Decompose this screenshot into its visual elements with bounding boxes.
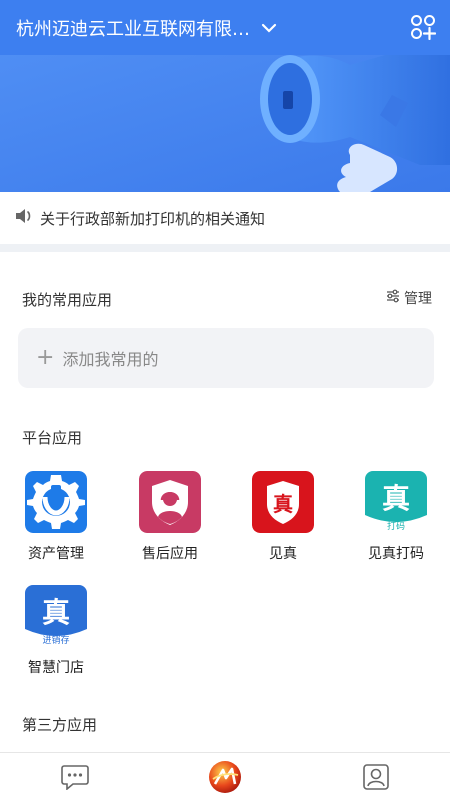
contacts-icon[interactable]: [358, 759, 394, 795]
app-label: 资产管理: [28, 546, 84, 562]
announcement-banner[interactable]: [0, 55, 450, 192]
common-apps-title: 我的常用应用: [22, 291, 113, 309]
app-label: 智慧门店: [28, 660, 84, 676]
sliders-icon: [386, 289, 400, 307]
app-smart-store[interactable]: 真 进销存 智慧门店: [6, 585, 106, 677]
third-party-apps-title: 第三方应用: [22, 716, 98, 734]
brand-logo-icon[interactable]: [207, 759, 243, 795]
megaphone-illustration: [0, 55, 450, 192]
app-jianzhen[interactable]: 真 见真: [233, 471, 333, 563]
zhen-glyph: 真: [273, 492, 293, 516]
wrench-gear-icon: [25, 471, 87, 533]
zhen-store-icon: 真 进销存: [25, 585, 87, 647]
plus-icon: +: [36, 345, 55, 370]
zhen-print-icon: 真 打码: [365, 471, 427, 533]
app-asset-management[interactable]: 资产管理: [6, 471, 106, 563]
app-header: 杭州迈迪云工业互联网有限…: [0, 0, 450, 55]
app-label: 售后应用: [142, 546, 198, 562]
app-label: 见真: [269, 546, 297, 562]
section-divider: [0, 244, 450, 252]
app-jianzhen-print[interactable]: 真 打码 见真打码: [346, 471, 446, 563]
zhen-glyph: 真: [42, 596, 70, 629]
print-subtext: 打码: [387, 520, 405, 532]
app-after-sales[interactable]: 售后应用: [120, 471, 220, 563]
platform-apps-title: 平台应用: [22, 429, 83, 447]
manage-button[interactable]: 管理: [386, 288, 432, 308]
chat-bubble-icon[interactable]: [57, 759, 93, 795]
grid-add-icon[interactable]: [410, 14, 437, 41]
organization-title[interactable]: 杭州迈迪云工业互联网有限…: [16, 15, 250, 41]
store-subtext: 进销存: [42, 634, 69, 646]
notice-bar[interactable]: 关于行政部新加打印机的相关通知: [0, 192, 450, 244]
add-common-app-button[interactable]: + 添加我常用的: [18, 328, 434, 388]
speaker-icon: [14, 208, 34, 228]
bottom-tab-bar: [0, 752, 450, 800]
manage-label: 管理: [404, 291, 432, 307]
zhen-shield-icon: 真: [252, 471, 314, 533]
notice-text: 关于行政部新加打印机的相关通知: [40, 209, 266, 228]
add-common-app-label: 添加我常用的: [62, 350, 159, 369]
support-agent-icon: [139, 471, 201, 533]
zhen-glyph: 真: [382, 482, 410, 515]
app-label: 见真打码: [368, 546, 424, 562]
chevron-down-icon[interactable]: [258, 17, 280, 39]
